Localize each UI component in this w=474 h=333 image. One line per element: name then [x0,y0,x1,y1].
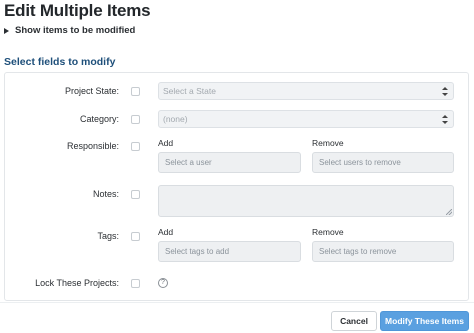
lock-projects-checkbox[interactable] [131,279,140,288]
select-arrows-icon [442,114,448,125]
category-value: (none) [163,114,188,124]
responsible-add-label: Add [158,138,174,148]
caret-right-icon [4,27,9,34]
tags-add-label: Add [158,227,174,237]
project-state-placeholder: Select a State [163,86,216,96]
tags-remove-label: Remove [312,227,344,237]
responsible-label: Responsible: [66,141,119,151]
responsible-add-input[interactable]: Select a user [158,152,301,173]
notes-checkbox[interactable] [131,190,140,199]
category-checkbox[interactable] [131,115,140,124]
tags-remove-input[interactable]: Select tags to remove [312,241,454,262]
project-state-label: Project State: [64,86,119,96]
tags-label: Tags: [97,231,119,241]
lock-projects-label: Lock These Projects: [35,278,119,288]
show-items-toggle[interactable]: Show items to be modified [4,25,135,36]
notes-textarea[interactable] [158,185,454,217]
responsible-remove-input[interactable]: Select users to remove [312,152,454,173]
modify-items-button[interactable]: Modify These Items [380,311,469,331]
category-label: Category: [79,114,119,124]
show-items-label: Show items to be modified [15,25,136,36]
responsible-checkbox[interactable] [131,142,140,151]
category-select[interactable]: (none) [158,110,454,128]
notes-label: Notes: [92,189,119,199]
cancel-button[interactable]: Cancel [331,311,377,331]
section-title: Select fields to modify [4,56,116,68]
responsible-remove-label: Remove [312,138,344,148]
select-arrows-icon [442,86,448,97]
help-icon[interactable]: ? [158,278,168,288]
project-state-select[interactable]: Select a State [158,82,454,100]
tags-add-input[interactable]: Select tags to add [158,241,301,262]
footer-divider [0,302,474,303]
page-title: Edit Multiple Items [4,1,151,20]
project-state-checkbox[interactable] [131,87,140,96]
resize-grip-icon[interactable] [446,209,452,215]
tags-checkbox[interactable] [131,232,140,241]
